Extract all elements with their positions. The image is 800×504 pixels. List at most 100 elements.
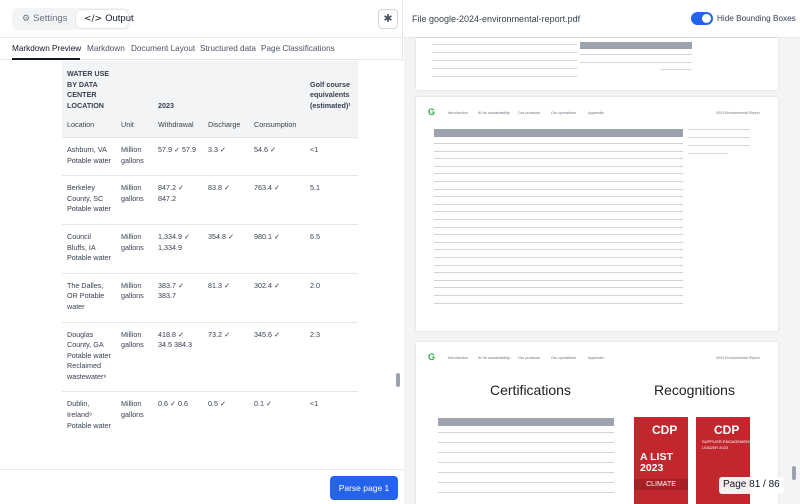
text-line <box>434 257 574 258</box>
table-cell: 383.7 ✓ 383.7 <box>158 280 185 301</box>
header-cell: Consumption <box>254 120 297 130</box>
text-line <box>432 68 577 69</box>
table-cell: 6.5 <box>310 231 320 241</box>
scrollbar-thumb[interactable] <box>396 373 400 387</box>
table-cell: Ashburn, VA Potable water <box>67 144 111 165</box>
text-line <box>580 62 692 63</box>
table-cell: 345.6 ✓ <box>254 329 281 339</box>
text-line <box>568 196 683 198</box>
nav-label: AI for sustainability <box>478 111 510 115</box>
mode-switcher: ⚙ Settings </> Output <box>12 8 134 30</box>
text-line <box>434 241 574 243</box>
table-cell: 81.3 ✓ <box>208 280 231 290</box>
text-line <box>688 129 750 130</box>
active-tab-indicator <box>12 58 80 60</box>
text-line <box>568 287 683 289</box>
text-line <box>568 165 683 167</box>
nav-label: Introduction <box>448 356 468 360</box>
header-cell: 2023 <box>158 100 174 110</box>
table-cell: Douglas County, GA Potable water Reclaim… <box>67 329 111 381</box>
table-cell: 418.8 ✓ 34.5 384.3 <box>158 329 192 350</box>
table-header-block <box>568 129 683 137</box>
text-line <box>568 257 683 258</box>
table-row: Douglas County, GA Potable water Reclaim… <box>62 322 358 392</box>
debug-button[interactable]: ✱ <box>378 9 398 29</box>
table-cell: 980.1 ✓ <box>254 231 281 241</box>
certifications-title: Certifications <box>490 382 571 398</box>
text-line <box>434 295 574 296</box>
badge-line: 2023 <box>640 462 664 474</box>
table-cell: <1 <box>310 399 319 409</box>
text-line <box>568 143 683 144</box>
text-line <box>434 287 574 289</box>
text-line <box>580 54 692 55</box>
viewer-scrollbar-thumb[interactable] <box>792 466 796 480</box>
text-line <box>568 211 683 213</box>
report-label: 2024 Environmental Report <box>716 356 760 360</box>
nav-label: Introduction <box>448 111 468 115</box>
tab-page-classifications[interactable]: Page Classifications <box>261 44 335 53</box>
text-line <box>568 272 683 274</box>
text-line <box>434 203 574 205</box>
table-row: Ashburn, VA Potable water Million gallons… <box>62 137 358 175</box>
text-line <box>434 219 574 220</box>
table-cell: Berkeley County, SC Potable water <box>67 183 111 214</box>
tab-structured-data[interactable]: Structured data <box>200 44 256 53</box>
text-line <box>568 181 683 182</box>
tab-markdown-preview[interactable]: Markdown Preview <box>12 44 81 53</box>
cdp-a-list-badge: CDP A LIST 2023 CLIMATE <box>634 417 688 504</box>
text-line <box>432 60 577 61</box>
google-logo-icon: G <box>428 107 436 117</box>
tab-document-layout[interactable]: Document Layout <box>131 44 195 53</box>
pdf-page-thumbnail[interactable] <box>416 38 778 90</box>
toggle-label: Hide Bounding Boxes <box>717 14 796 23</box>
recognitions-title: Recognitions <box>654 382 735 398</box>
badge-line: LEADER 2023 <box>702 445 729 450</box>
text-line <box>434 279 574 281</box>
text-line <box>568 302 683 304</box>
report-label: 2024 Environmental Report <box>716 111 760 115</box>
text-line <box>434 165 574 167</box>
nav-label: Our operations <box>551 356 577 360</box>
google-logo-icon: G <box>428 352 436 362</box>
text-line <box>438 482 614 483</box>
header-cell <box>249 61 305 114</box>
table-cell: 0.1 ✓ <box>254 399 273 409</box>
table-row: Council Bluffs, IA Potable water Million … <box>62 224 358 273</box>
table-cell: 354.8 ✓ <box>208 231 235 241</box>
text-line <box>438 432 614 433</box>
table-cell: 2.0 <box>310 280 320 290</box>
text-line <box>434 196 574 198</box>
table-header-row: WATER USE BY DATA CENTER LOCATION 2023 G… <box>62 61 358 115</box>
output-tab-label: Output <box>105 13 134 24</box>
header-cell: WATER USE BY DATA CENTER LOCATION <box>67 69 110 110</box>
text-line <box>434 264 574 266</box>
text-line <box>688 145 750 146</box>
text-line <box>438 472 614 473</box>
text-line <box>661 69 691 70</box>
table-cell: <1 <box>310 144 319 154</box>
table-cell: 5.1 <box>310 183 320 193</box>
table-cell: Million gallons <box>121 231 144 252</box>
badge-line: SUPPLIER ENGAGEMENT <box>702 439 752 444</box>
text-line <box>434 234 574 236</box>
markdown-preview: WATER USE BY DATA CENTER LOCATION 2023 G… <box>0 61 403 469</box>
table-cell: 302.4 ✓ <box>254 280 281 290</box>
hide-bounding-boxes-toggle[interactable] <box>691 12 713 25</box>
table-cell: 763.4 ✓ <box>254 183 281 193</box>
tab-markdown[interactable]: Markdown <box>87 44 125 53</box>
text-line <box>568 158 683 160</box>
nav-label: Our operations <box>551 111 577 115</box>
text-line <box>434 150 574 152</box>
table-cell: Council Bluffs, IA Potable water <box>67 231 111 263</box>
table-row: Berkeley County, SC Potable water Million… <box>62 175 358 225</box>
text-line <box>568 203 683 205</box>
output-tab[interactable]: </> Output <box>76 10 134 28</box>
table-cell: 2.3 <box>310 329 320 339</box>
header-cell: Unit <box>121 120 134 130</box>
parse-page-button[interactable]: Parse page 1 <box>330 476 398 500</box>
text-line <box>568 264 683 266</box>
settings-tab[interactable]: ⚙ Settings <box>14 10 70 28</box>
pdf-page-thumbnail[interactable]: G Introduction AI for sustainability Our… <box>416 97 778 331</box>
text-line <box>438 492 614 493</box>
